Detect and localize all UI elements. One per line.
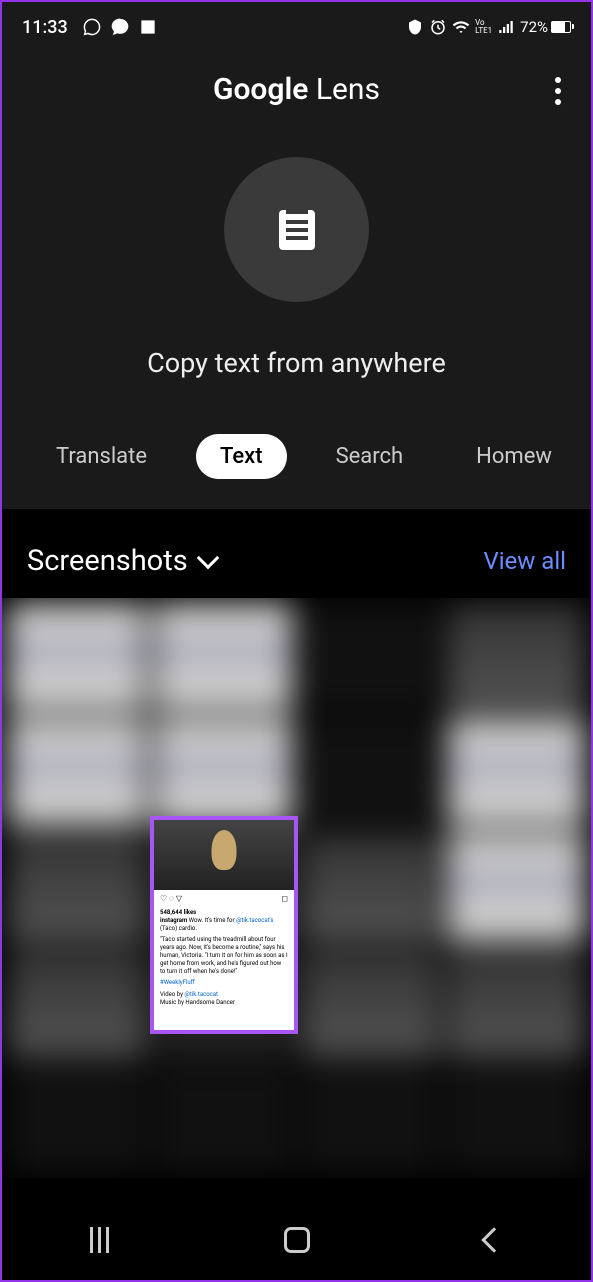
lock-icon [406,18,424,36]
battery-indicator: 72% [520,18,571,36]
chevron-down-icon [196,547,219,570]
caption-body: "Taco started using the treadmill about … [160,936,288,975]
caption-start: Wow. It's time for [189,917,236,924]
thumbnail-image [154,820,294,890]
status-left: 11:33 [22,17,158,38]
capture-button[interactable] [224,157,369,302]
tab-translate[interactable]: Translate [32,434,171,479]
app-title: Google Lens [213,72,380,107]
volte-icon: VoLTE1 [475,19,492,35]
tab-text[interactable]: Text [196,434,287,479]
caption-mention: @tik.tacocat's [236,917,274,924]
title-light: Lens [316,72,380,107]
status-bar: 11:33 VoLTE1 72% [2,2,591,52]
view-all-link[interactable]: View all [483,547,566,575]
wifi-icon [452,18,470,36]
status-right: VoLTE1 72% [406,18,571,36]
gallery-grid: ♡ ◌ ▽◻ 548,644 likes instagram Wow. It's… [2,598,591,1178]
nav-recents-button[interactable] [90,1227,109,1253]
more-options-button[interactable] [555,77,561,105]
system-nav-bar [2,1200,591,1280]
battery-percentage: 72% [520,18,548,36]
section-header: Screenshots View all [2,509,591,598]
video-by-link: @tik.tacocat [184,991,218,998]
tab-homework[interactable]: Homew [452,434,576,479]
caption-end: (Taco) cardio. [160,925,197,932]
status-time: 11:33 [22,17,68,38]
mode-tabs: Translate Text Search Homew [2,409,591,479]
hero-section: Copy text from anywhere [2,117,591,409]
video-by-label: Video by [160,991,184,998]
document-icon [279,210,315,250]
gallery-icon [138,17,158,37]
alarm-icon [429,18,447,36]
title-bold: Google [213,72,308,107]
signal-icon [497,18,515,36]
app-header: Google Lens [2,52,591,117]
thumbnail-action-row: ♡ ◌ ▽◻ [154,890,294,907]
album-selector[interactable]: Screenshots [27,544,216,578]
likes-text: 548,644 likes [160,909,288,917]
hero-text: Copy text from anywhere [147,347,446,379]
music-credit: Music by Handsome Dancer [160,999,288,1007]
screenshot-highlighted[interactable]: ♡ ◌ ▽◻ 548,644 likes instagram Wow. It's… [150,816,298,1034]
nav-back-button[interactable] [482,1227,507,1252]
nav-home-button[interactable] [284,1227,310,1253]
chat-icon [110,17,130,37]
account-name: instagram [160,917,187,924]
section-title-text: Screenshots [27,544,188,578]
whatsapp-icon [82,17,102,37]
hashtag: #WeeklyFluff [160,979,288,987]
tab-search[interactable]: Search [312,434,428,479]
